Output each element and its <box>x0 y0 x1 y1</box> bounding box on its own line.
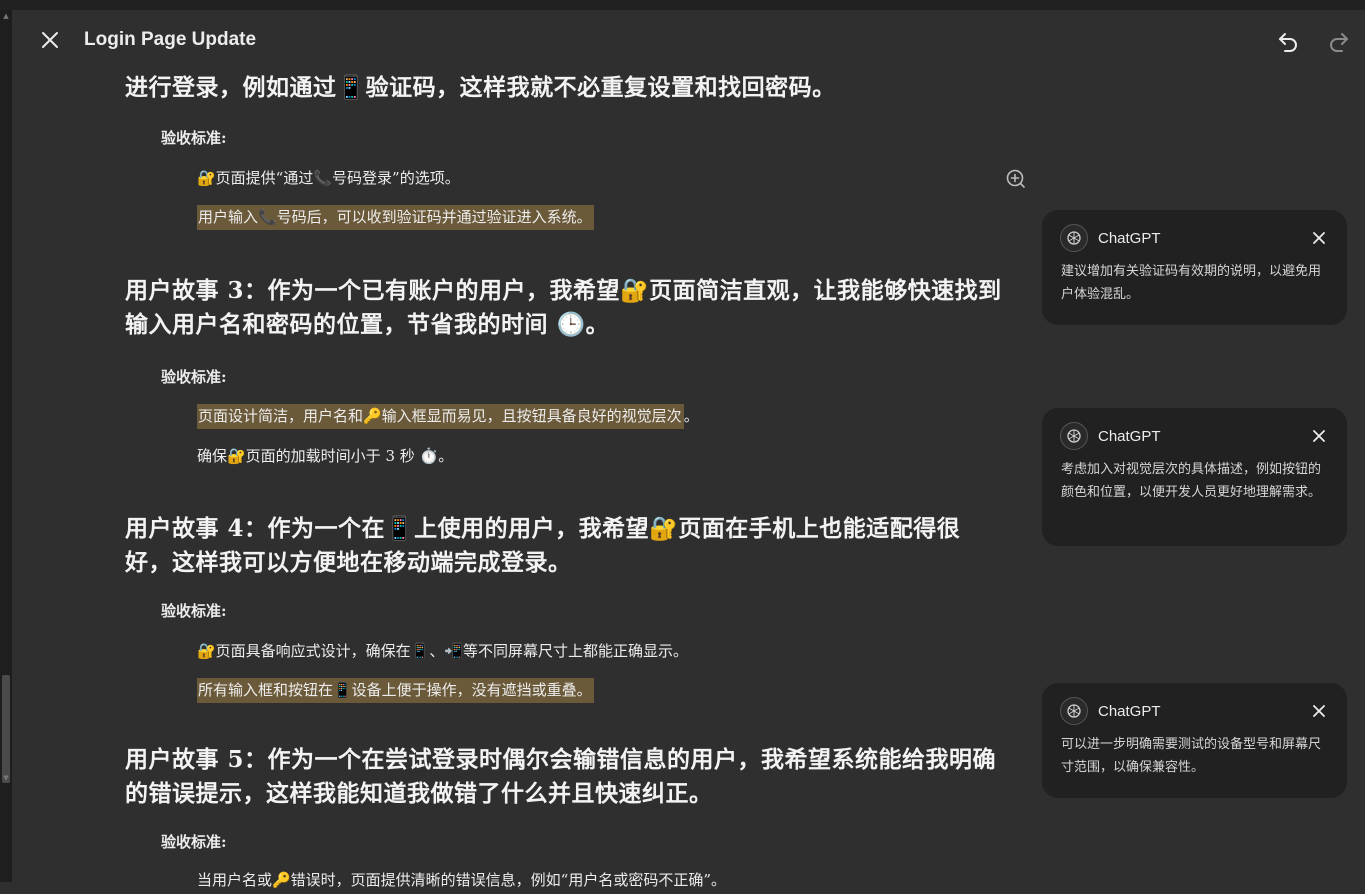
redo-icon[interactable] <box>1325 27 1353 55</box>
chatgpt-logo-icon <box>1060 422 1088 450</box>
criteria-label: 验收标准: <box>161 129 227 147</box>
comment-card[interactable]: ChatGPT 建议增加有关验证码有效期的说明，以避免用户体验混乱。 <box>1042 210 1347 325</box>
comment-text: 建议增加有关验证码有效期的说明，以避免用户体验混乱。 <box>1061 264 1322 302</box>
highlighted-text[interactable]: 页面设计简洁，用户名和🔑输入框显而易见，且按钮具备良好的视觉层次 <box>197 404 684 429</box>
comment-card[interactable]: ChatGPT 可以进一步明确需要测试的设备型号和屏幕尺寸范围，以确保兼容性。 <box>1042 683 1347 798</box>
criteria-label: 验收标准: <box>161 368 227 386</box>
story4-title: 用户故事 4：作为一个在📱上使用的用户，我希望🔐页面在手机上也能适配得很好，这样… <box>125 515 961 576</box>
highlighted-text[interactable]: 用户输入📞号码后，可以收到验证码并通过验证进入系统。 <box>197 205 594 230</box>
comment-header: ChatGPT <box>1060 697 1161 725</box>
comment-text: 考虑加入对视觉层次的具体描述，例如按钮的颜色和位置，以便开发人员更好地理解需求。 <box>1061 462 1322 500</box>
story5-title: 用户故事 5：作为一个在尝试登录时偶尔会输错信息的用户，我希望系统能给我明确的错… <box>125 746 997 807</box>
criteria-label: 验收标准: <box>161 833 227 851</box>
close-icon[interactable] <box>1309 701 1329 721</box>
comment-author: ChatGPT <box>1098 427 1161 445</box>
list-item: 用户输入📞号码后，可以收到验证码并通过验证进入系统。 <box>197 203 594 231</box>
chatgpt-logo-icon <box>1060 697 1088 725</box>
list-item: 确保🔐页面的加载时间小于 3 秒 ⏱️。 <box>197 447 454 465</box>
comment-header: ChatGPT <box>1060 422 1161 450</box>
comment-text: 可以进一步明确需要测试的设备型号和屏幕尺寸范围，以确保兼容性。 <box>1061 737 1322 775</box>
close-icon[interactable] <box>38 28 62 52</box>
close-icon[interactable] <box>1309 426 1329 446</box>
undo-icon[interactable] <box>1274 27 1302 55</box>
canvas-header: Login Page Update <box>12 10 1365 70</box>
story3-title: 用户故事 3：作为一个已有账户的用户，我希望🔐页面简洁直观，让我能够快速找到输入… <box>125 277 1002 338</box>
comment-author: ChatGPT <box>1098 229 1161 247</box>
list-item: 🔐页面提供“通过📞号码登录”的选项。 <box>197 169 460 187</box>
add-comment-icon[interactable] <box>1005 168 1027 190</box>
criteria-label: 验收标准: <box>161 602 227 620</box>
comment-author: ChatGPT <box>1098 702 1161 720</box>
page-title: Login Page Update <box>84 29 257 50</box>
comment-card[interactable]: ChatGPT 考虑加入对视觉层次的具体描述，例如按钮的颜色和位置，以便开发人员… <box>1042 408 1347 546</box>
list-item: 当用户名或🔑错误时，页面提供清晰的错误信息，例如“用户名或密码不正确”。 <box>197 871 727 889</box>
close-icon[interactable] <box>1309 228 1329 248</box>
chatgpt-logo-icon <box>1060 224 1088 252</box>
list-item: 页面设计简洁，用户名和🔑输入框显而易见，且按钮具备良好的视觉层次。 <box>197 402 699 430</box>
list-item: 🔐页面具备响应式设计，确保在📱、📲等不同屏幕尺寸上都能正确显示。 <box>197 642 689 660</box>
story2-title-tail: 进行登录，例如通过📱验证码，这样我就不必重复设置和找回密码。 <box>125 74 836 101</box>
highlighted-text[interactable]: 所有输入框和按钮在📱设备上便于操作，没有遮挡或重叠。 <box>197 678 594 703</box>
document-body: 进行登录，例如通过📱验证码，这样我就不必重复设置和找回密码。 验收标准: 🔐页面… <box>0 0 1025 889</box>
list-item: 所有输入框和按钮在📱设备上便于操作，没有遮挡或重叠。 <box>197 676 594 704</box>
comment-header: ChatGPT <box>1060 224 1161 252</box>
